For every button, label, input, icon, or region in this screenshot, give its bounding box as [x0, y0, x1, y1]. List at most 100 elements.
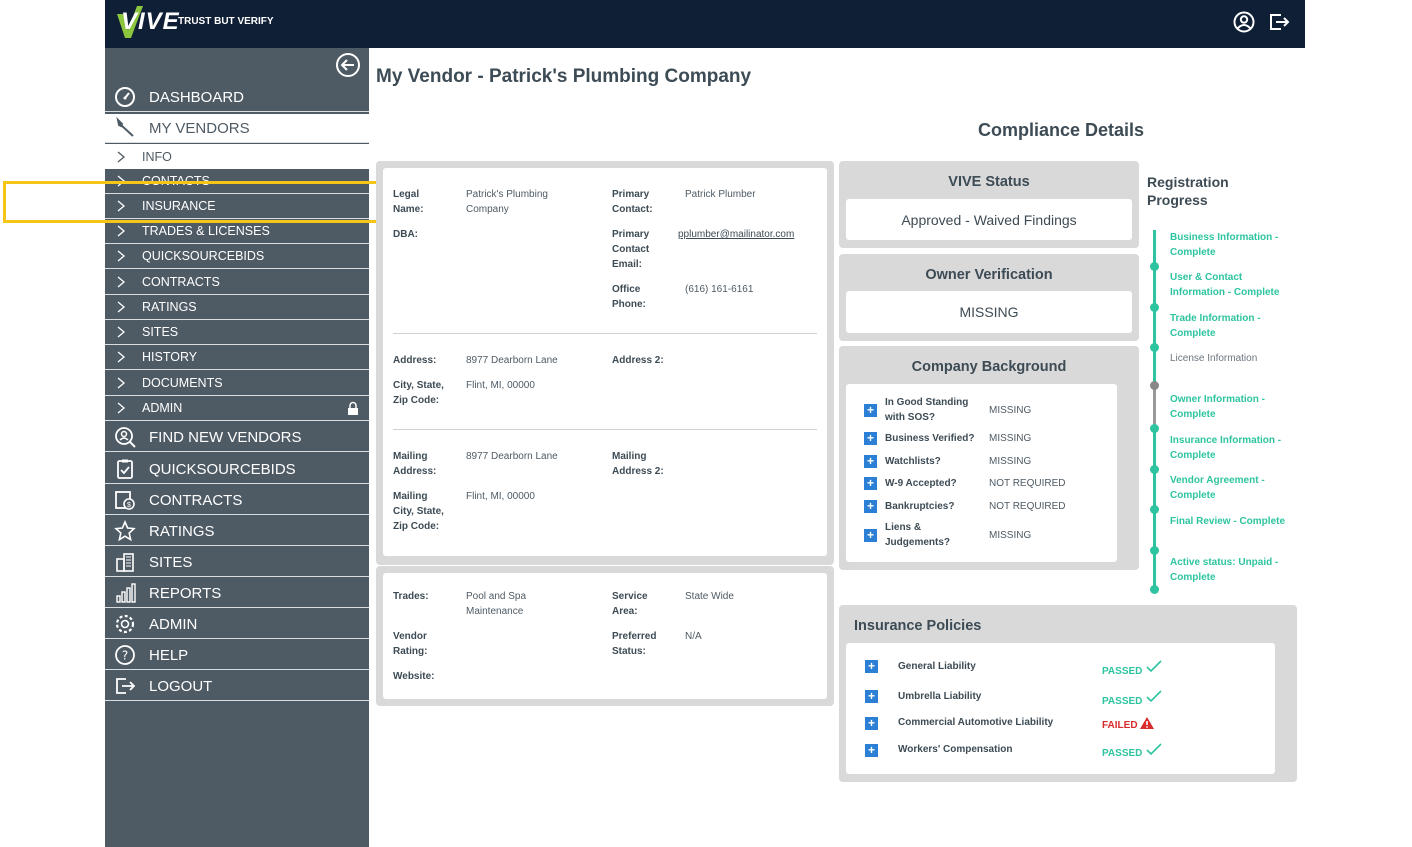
city-label: City, State, Zip Code:	[393, 380, 444, 406]
nav-admin[interactable]: ADMIN	[105, 610, 369, 639]
primary-contact-label: Primary Contact:	[612, 189, 653, 215]
reg-step[interactable]: Active status: Unpaid - Complete	[1170, 555, 1295, 585]
nav-sub-documents[interactable]: DOCUMENTS	[105, 371, 369, 396]
vendor-rating-label: Vendor Rating:	[393, 631, 428, 657]
chevron-right-icon	[117, 377, 126, 389]
nav-logout[interactable]: LOGOUT	[105, 672, 369, 701]
nav-sub-quicksourcebids[interactable]: QUICKSOURCEBIDS	[105, 244, 369, 269]
service-area-value: State Wide	[685, 591, 734, 602]
nav-my-vendors[interactable]: MY VENDORS	[105, 114, 369, 143]
nav-sub-ratings[interactable]: RATINGS	[105, 295, 369, 320]
nav-sub-label: CONTRACTS	[142, 275, 220, 289]
nav-sub-label: QUICKSOURCEBIDS	[142, 249, 265, 263]
expand-general-liability-button[interactable]: +	[865, 660, 878, 673]
nav-contracts[interactable]: $ CONTRACTS	[105, 486, 369, 515]
policy-status: FAILED	[1102, 720, 1138, 731]
nav-label: HELP	[149, 646, 189, 664]
reg-step[interactable]: Owner Information - Complete	[1170, 392, 1295, 422]
nav-sub-label: INFO	[142, 149, 172, 164]
bg-value: MISSING	[989, 405, 1032, 416]
page-title: My Vendor - Patrick's Plumbing Company	[376, 66, 752, 87]
reg-step[interactable]: User & Contact Information - Complete	[1170, 270, 1295, 300]
mailing-address-label: Mailing Address:	[393, 451, 437, 477]
collapse-sidebar-icon[interactable]	[335, 52, 361, 78]
primary-email-link[interactable]: pplumber@mailinator.com	[678, 227, 794, 242]
nav-reports[interactable]: REPORTS	[105, 579, 369, 608]
expand-commercial-auto-button[interactable]: +	[865, 717, 878, 730]
nav-help[interactable]: ? HELP	[105, 641, 369, 670]
nav-label: CONTRACTS	[149, 491, 243, 509]
expand-workers-comp-button[interactable]: +	[865, 744, 878, 757]
nav-ratings[interactable]: RATINGS	[105, 517, 369, 546]
tagline: TRUST BUT VERIFY	[178, 16, 274, 27]
help-icon: ?	[115, 645, 135, 665]
preferred-status-label: Preferred Status:	[612, 631, 657, 657]
reg-step[interactable]: Trade Information - Complete	[1170, 311, 1295, 341]
clipboard-icon	[117, 459, 133, 479]
gear-icon	[115, 614, 135, 634]
logout-icon[interactable]	[1268, 11, 1290, 33]
reg-step[interactable]: Vendor Agreement - Complete	[1170, 473, 1295, 503]
trades-value: Pool and Spa Maintenance	[466, 591, 527, 617]
nav-label: REPORTS	[149, 584, 222, 602]
bg-label: Business Verified?	[885, 433, 975, 444]
chevron-right-icon	[117, 250, 126, 262]
vive-status-value: Approved - Waived Findings	[846, 199, 1132, 240]
progress-dot	[1150, 262, 1159, 271]
policy-status: PASSED	[1102, 748, 1143, 759]
bg-value: MISSING	[989, 530, 1032, 541]
reg-step[interactable]: Final Review - Complete	[1170, 514, 1295, 529]
address-label: Address:	[393, 355, 437, 366]
chevron-right-icon	[117, 151, 126, 162]
policy-label: Commercial Automotive Liability	[898, 717, 1054, 728]
nav-sub-label: ADMIN	[142, 401, 183, 415]
nav-sites[interactable]: SITES	[105, 548, 369, 577]
expand-business-verified-button[interactable]: +	[864, 432, 877, 445]
nav-sub-contracts[interactable]: CONTRACTS	[105, 270, 369, 295]
nav-sub-sites[interactable]: SITES	[105, 320, 369, 345]
expand-liens-button[interactable]: +	[864, 529, 877, 542]
insurance-policies-title: Insurance Policies	[854, 618, 982, 634]
trades-panel	[383, 573, 827, 699]
address-value: 8977 Dearborn Lane	[466, 355, 558, 366]
compliance-title: Compliance Details	[978, 120, 1145, 140]
nav-label: DASHBOARD	[149, 88, 245, 106]
nav-label: QUICKSOURCEBIDS	[149, 460, 296, 478]
nav-sub-info[interactable]: INFO	[105, 144, 369, 169]
website-label: Website:	[393, 671, 435, 682]
reg-step[interactable]: License Information	[1170, 351, 1295, 366]
policy-status: PASSED	[1102, 696, 1143, 707]
nav-sub-label: HISTORY	[142, 350, 198, 364]
expand-w9-button[interactable]: +	[864, 477, 877, 490]
reg-step[interactable]: Insurance Information - Complete	[1170, 433, 1295, 463]
chevron-right-icon	[117, 225, 126, 237]
expand-sos-button[interactable]: +	[864, 404, 877, 417]
nav-dashboard[interactable]: DASHBOARD	[105, 83, 369, 112]
expand-umbrella-liability-button[interactable]: +	[865, 690, 878, 703]
expand-watchlists-button[interactable]: +	[864, 455, 877, 468]
divider	[393, 429, 817, 430]
svg-text:?: ?	[122, 649, 128, 663]
reg-step[interactable]: Business Information - Complete	[1170, 230, 1295, 260]
primary-email-label: Primary Contact Email:	[612, 229, 650, 270]
expand-bankruptcies-button[interactable]: +	[864, 500, 877, 513]
bg-value: NOT REQUIRED	[989, 501, 1066, 512]
user-circle-icon[interactable]	[1233, 11, 1255, 33]
nav-sub-history[interactable]: HISTORY	[105, 345, 369, 370]
logo-text: VIVE	[121, 8, 180, 35]
highlight-annotation	[3, 181, 429, 223]
svg-text:$: $	[127, 502, 131, 509]
check-icon	[1146, 660, 1162, 673]
trades-label: Trades:	[393, 591, 429, 602]
mailing-address2-label: Mailing Address 2:	[612, 451, 664, 477]
nav-find-new-vendors[interactable]: FIND NEW VENDORS	[105, 423, 369, 452]
policy-status: PASSED	[1102, 666, 1143, 677]
chevron-right-icon	[117, 276, 126, 288]
chevron-right-icon	[117, 301, 126, 313]
nav-quicksourcebids[interactable]: QUICKSOURCEBIDS	[105, 455, 369, 484]
service-area-label: Service Area:	[612, 591, 648, 617]
nav-label: FIND NEW VENDORS	[149, 428, 302, 446]
bg-label: W-9 Accepted?	[885, 478, 957, 489]
nav-sub-admin[interactable]: ADMIN	[105, 396, 369, 421]
nav-label: MY VENDORS	[149, 119, 250, 137]
